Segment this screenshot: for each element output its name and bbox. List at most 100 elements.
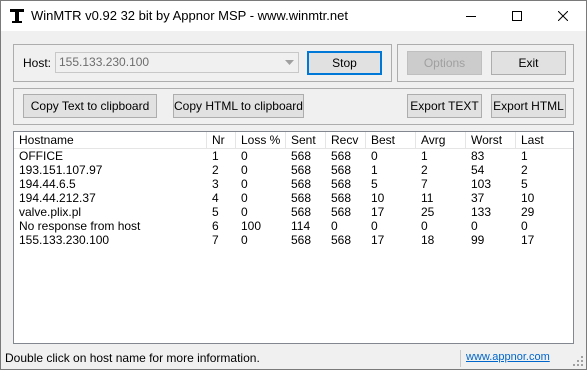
- table-row[interactable]: 194.44.212.37 4 0 568 568 10 11 37 10: [14, 191, 573, 205]
- cell-loss: 0: [241, 163, 248, 177]
- cell-recv: 0: [331, 219, 338, 233]
- cell-nr: 6: [212, 219, 219, 233]
- stop-button[interactable]: Stop: [307, 51, 382, 75]
- cell-last: 10: [521, 191, 535, 205]
- cell-last: 5: [521, 177, 528, 191]
- cell-last: 1: [521, 149, 528, 163]
- appnor-link[interactable]: www.appnor.com: [466, 351, 550, 363]
- cell-avrg: 25: [421, 205, 435, 219]
- cell-avrg: 2: [421, 163, 428, 177]
- export-html-button[interactable]: Export HTML: [491, 94, 566, 118]
- cell-last: 17: [521, 233, 535, 247]
- cell-last: 29: [521, 205, 535, 219]
- column-header-last[interactable]: Last: [516, 132, 573, 148]
- cell-nr: 7: [212, 233, 219, 247]
- cell-loss: 0: [241, 149, 248, 163]
- status-message: Double click on host name for more infor…: [5, 351, 260, 365]
- cell-sent: 568: [291, 233, 312, 247]
- column-header-hostname[interactable]: Hostname: [14, 132, 207, 148]
- cell-sent: 568: [291, 149, 312, 163]
- winmtr-window: WinMTR v0.92 32 bit by Appnor MSP - www.…: [0, 0, 587, 370]
- exit-button[interactable]: Exit: [491, 51, 566, 75]
- column-header-best[interactable]: Best: [366, 132, 416, 148]
- host-combobox[interactable]: 155.133.230.100: [55, 52, 299, 73]
- cell-worst: 133: [471, 205, 492, 219]
- cell-nr: 4: [212, 191, 219, 205]
- host-label: Host:: [23, 56, 52, 70]
- window-title: WinMTR v0.92 32 bit by Appnor MSP - www.…: [31, 8, 348, 23]
- cell-worst: 37: [471, 191, 485, 205]
- cell-hostname[interactable]: 194.44.6.5: [14, 177, 207, 191]
- cell-sent: 568: [291, 191, 312, 205]
- table-row[interactable]: valve.plix.pl 5 0 568 568 17 25 133 29: [14, 205, 573, 219]
- table-row[interactable]: 193.151.107.97 2 0 568 568 1 2 54 2: [14, 163, 573, 177]
- status-bar: Double click on host name for more infor…: [1, 348, 586, 369]
- column-header-avrg[interactable]: Avrg: [416, 132, 466, 148]
- chevron-down-icon[interactable]: [281, 53, 298, 72]
- cell-best: 0: [371, 149, 378, 163]
- table-row[interactable]: OFFICE 1 0 568 568 0 1 83 1: [14, 149, 573, 163]
- cell-recv: 568: [331, 191, 352, 205]
- cell-best: 17: [371, 205, 385, 219]
- cell-hostname[interactable]: valve.plix.pl: [14, 205, 207, 219]
- cell-avrg: 0: [421, 219, 428, 233]
- cell-avrg: 1: [421, 149, 428, 163]
- cell-worst: 83: [471, 149, 485, 163]
- cell-worst: 99: [471, 233, 485, 247]
- copy-html-button[interactable]: Copy HTML to clipboard: [173, 94, 304, 118]
- minimize-button[interactable]: [448, 1, 494, 31]
- cell-nr: 3: [212, 177, 219, 191]
- export-text-button[interactable]: Export TEXT: [407, 94, 482, 118]
- cell-loss: 100: [241, 219, 262, 233]
- cell-last: 0: [521, 219, 528, 233]
- cell-hostname[interactable]: OFFICE: [14, 149, 207, 163]
- cell-recv: 568: [331, 233, 352, 247]
- cell-avrg: 7: [421, 177, 428, 191]
- cell-sent: 568: [291, 177, 312, 191]
- app-icon: [10, 9, 24, 23]
- maximize-icon: [512, 11, 522, 21]
- cell-worst: 103: [471, 177, 492, 191]
- cell-best: 17: [371, 233, 385, 247]
- close-button[interactable]: [540, 1, 586, 31]
- column-header-sent[interactable]: Sent: [286, 132, 326, 148]
- table-header: Hostname Nr Loss % Sent Recv Best Avrg W…: [14, 132, 573, 149]
- table-row[interactable]: 155.133.230.100 7 0 568 568 17 18 99 17: [14, 233, 573, 247]
- copy-text-button[interactable]: Copy Text to clipboard: [23, 94, 157, 118]
- cell-best: 5: [371, 177, 378, 191]
- status-separator: [460, 350, 461, 367]
- column-header-worst[interactable]: Worst: [466, 132, 516, 148]
- column-header-nr[interactable]: Nr: [207, 132, 236, 148]
- maximize-button[interactable]: [494, 1, 540, 31]
- cell-recv: 568: [331, 149, 352, 163]
- column-header-loss[interactable]: Loss %: [236, 132, 286, 148]
- cell-hostname[interactable]: 155.133.230.100: [14, 233, 207, 247]
- cell-best: 10: [371, 191, 385, 205]
- cell-loss: 0: [241, 205, 248, 219]
- cell-worst: 0: [471, 219, 478, 233]
- cell-best: 0: [371, 219, 378, 233]
- cell-nr: 2: [212, 163, 219, 177]
- resize-grip-icon[interactable]: [573, 356, 584, 367]
- title-bar[interactable]: WinMTR v0.92 32 bit by Appnor MSP - www.…: [1, 1, 586, 31]
- table-row[interactable]: 194.44.6.5 3 0 568 568 5 7 103 5: [14, 177, 573, 191]
- cell-loss: 0: [241, 177, 248, 191]
- cell-best: 1: [371, 163, 378, 177]
- options-button[interactable]: Options: [407, 51, 482, 75]
- trace-list[interactable]: Hostname Nr Loss % Sent Recv Best Avrg W…: [13, 131, 574, 344]
- host-value: 155.133.230.100: [59, 55, 150, 69]
- column-header-recv[interactable]: Recv: [326, 132, 366, 148]
- cell-avrg: 18: [421, 233, 435, 247]
- close-icon: [558, 11, 568, 21]
- cell-recv: 568: [331, 177, 352, 191]
- cell-hostname[interactable]: No response from host: [14, 219, 207, 233]
- cell-nr: 1: [212, 149, 219, 163]
- table-row[interactable]: No response from host 6 100 114 0 0 0 0 0: [14, 219, 573, 233]
- cell-avrg: 11: [421, 191, 434, 205]
- cell-sent: 568: [291, 163, 312, 177]
- cell-hostname[interactable]: 193.151.107.97: [14, 163, 207, 177]
- cell-recv: 568: [331, 205, 352, 219]
- cell-hostname[interactable]: 194.44.212.37: [14, 191, 207, 205]
- minimize-icon: [466, 16, 476, 17]
- cell-worst: 54: [471, 163, 485, 177]
